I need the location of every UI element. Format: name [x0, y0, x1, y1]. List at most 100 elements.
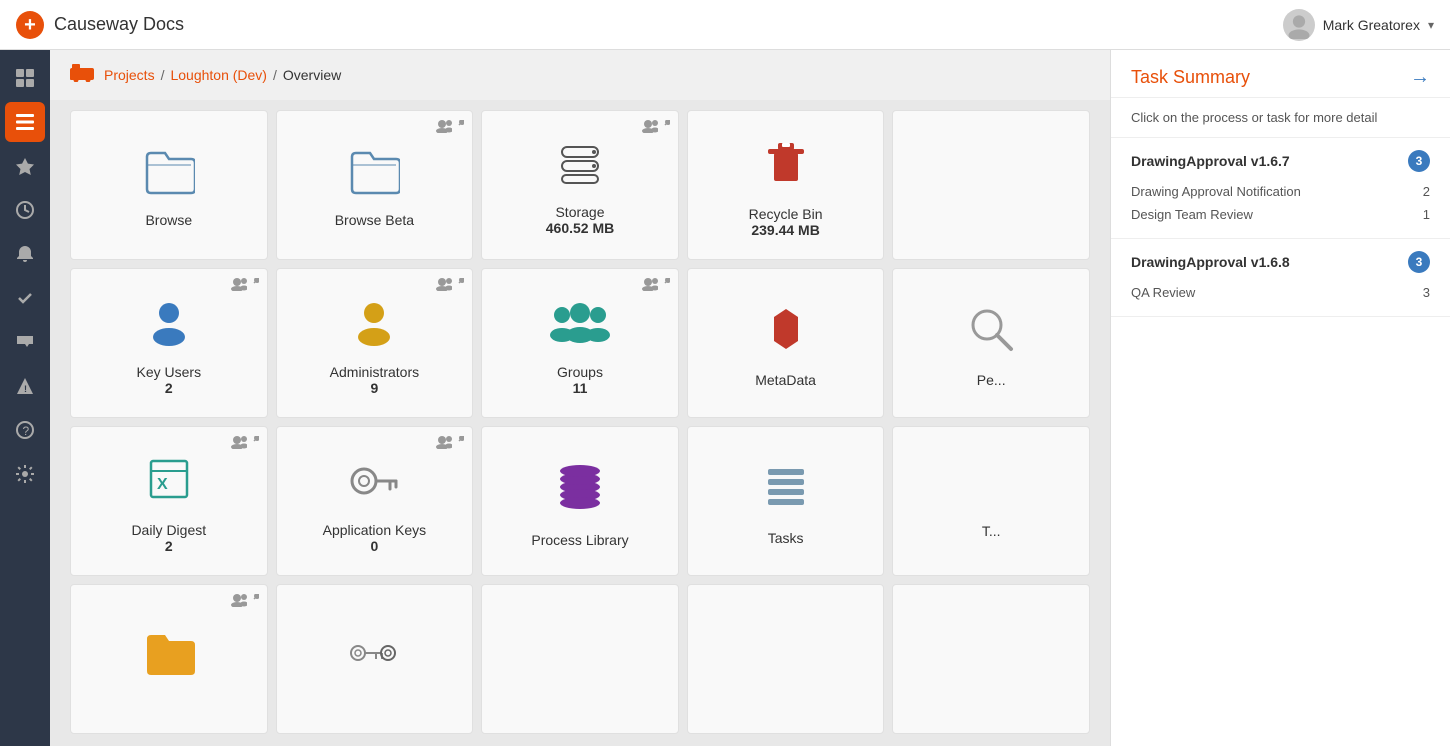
user-name: Mark Greatorex — [1323, 17, 1420, 33]
tile-row4b[interactable] — [276, 584, 474, 734]
tile-icon-recycle-bin — [760, 137, 812, 198]
tile-icon-process-library — [554, 459, 606, 524]
tile-icon-tasks — [760, 461, 812, 522]
tile-label-browse: Browse — [145, 212, 192, 228]
sidebar-item-list[interactable] — [5, 102, 45, 142]
tile-label-daily-digest: Daily Digest — [131, 522, 206, 538]
task-item-label: Design Team Review — [1131, 207, 1253, 222]
tile-admin-icon — [436, 435, 464, 449]
tile-icon-key-users — [143, 295, 195, 356]
breadcrumb-projects[interactable]: Projects — [104, 67, 155, 83]
tile-label-key-users: Key Users — [137, 364, 202, 380]
task-section-drawing-approval-167: DrawingApproval v1.6.7 3 Drawing Approva… — [1111, 138, 1450, 239]
tile-icon-browse-beta — [348, 147, 400, 204]
task-section-title: DrawingApproval v1.6.8 — [1131, 254, 1290, 270]
tile-icon-row4b — [348, 633, 400, 682]
task-item-count: 1 — [1423, 207, 1430, 222]
tile-daily-digest[interactable]: XDaily Digest2 — [70, 426, 268, 576]
task-panel-info: Click on the process or task for more de… — [1111, 98, 1450, 138]
user-menu-chevron[interactable]: ▾ — [1428, 18, 1434, 32]
tile-browse[interactable]: Browse — [70, 110, 268, 260]
tile-admin-icon — [231, 435, 259, 449]
topbar-right: Mark Greatorex ▾ — [1283, 9, 1434, 41]
app-title: Causeway Docs — [54, 14, 184, 35]
tile-process-library[interactable]: Process Library — [481, 426, 679, 576]
sidebar-item-alerts[interactable]: ! — [5, 366, 45, 406]
tile-icon-row4d — [760, 629, 812, 686]
task-section-header[interactable]: DrawingApproval v1.6.8 3 — [1131, 251, 1430, 273]
tile-admin-icon — [231, 593, 259, 607]
tile-admin-icon — [231, 277, 259, 291]
tile-admin-icon — [642, 119, 670, 133]
avatar[interactable] — [1283, 9, 1315, 41]
tile-tasks[interactable]: Tasks — [687, 426, 885, 576]
tile-icon-metadata — [760, 303, 812, 364]
tile-icon-daily-digest: X — [143, 453, 195, 514]
task-section-drawing-approval-168: DrawingApproval v1.6.8 3 QA Review 3 — [1111, 239, 1450, 317]
tile-admin-icon — [642, 277, 670, 291]
task-item-label: Drawing Approval Notification — [1131, 184, 1301, 199]
tile-grid: Browse Browse Beta Storage460.52 MBRecyc… — [70, 110, 1090, 734]
task-panel-title: Task Summary — [1131, 67, 1250, 88]
sidebar-item-notifications[interactable] — [5, 234, 45, 274]
sidebar-item-inbox[interactable] — [5, 322, 45, 362]
tile-row4e[interactable] — [892, 584, 1090, 734]
task-badge: 3 — [1408, 251, 1430, 273]
tile-label-administrators: Administrators — [330, 364, 419, 380]
sidebar: ! ? — [0, 50, 50, 746]
tile-row4a[interactable] — [70, 584, 268, 734]
sidebar-item-recent[interactable] — [5, 190, 45, 230]
sidebar-item-settings[interactable] — [5, 454, 45, 494]
sidebar-item-help[interactable]: ? — [5, 410, 45, 450]
tile-icon-row4c — [554, 629, 606, 686]
task-panel-header: Task Summary → — [1111, 50, 1450, 98]
tile-storage[interactable]: Storage460.52 MB — [481, 110, 679, 260]
tile-recycle-bin[interactable]: Recycle Bin239.44 MB — [687, 110, 885, 260]
tile-value-groups: 11 — [573, 380, 588, 396]
task-panel-arrow[interactable]: → — [1410, 66, 1430, 89]
tile-label-recycle-bin: Recycle Bin — [749, 206, 823, 222]
tile-permissions[interactable]: Pe... — [892, 268, 1090, 418]
topbar-left: Causeway Docs — [16, 11, 184, 39]
tile-label-placeholder2: T... — [982, 523, 1001, 539]
tile-value-key-users: 2 — [165, 380, 173, 396]
tile-admin-icon — [436, 119, 464, 133]
tile-browse-beta[interactable]: Browse Beta — [276, 110, 474, 260]
grid-area: Browse Browse Beta Storage460.52 MBRecyc… — [50, 100, 1110, 746]
sidebar-item-favorites[interactable] — [5, 146, 45, 186]
task-item[interactable]: QA Review 3 — [1131, 281, 1430, 304]
task-item[interactable]: Drawing Approval Notification 2 — [1131, 180, 1430, 203]
tile-icon-groups — [550, 295, 610, 356]
tile-icon-row4a — [143, 629, 195, 686]
tile-label-tasks: Tasks — [768, 530, 804, 546]
svg-text:!: ! — [24, 384, 27, 394]
breadcrumb: Projects / Loughton (Dev) / Overview — [50, 50, 1110, 100]
tile-label-groups: Groups — [557, 364, 603, 380]
tile-groups[interactable]: Groups11 — [481, 268, 679, 418]
task-item-count: 2 — [1423, 184, 1430, 199]
tile-placeholder2[interactable]: T... — [892, 426, 1090, 576]
tile-administrators[interactable]: Administrators9 — [276, 268, 474, 418]
sidebar-item-grid[interactable] — [5, 58, 45, 98]
tile-metadata[interactable]: MetaData — [687, 268, 885, 418]
task-item[interactable]: Design Team Review 1 — [1131, 203, 1430, 226]
svg-text:X: X — [157, 476, 168, 493]
tile-icon-storage — [554, 139, 606, 196]
tile-admin-icon — [436, 277, 464, 291]
tile-key-users[interactable]: Key Users2 — [70, 268, 268, 418]
tile-placeholder1[interactable] — [892, 110, 1090, 260]
app-logo[interactable] — [16, 11, 44, 39]
tile-value-storage: 460.52 MB — [546, 220, 614, 236]
tile-row4d[interactable] — [687, 584, 885, 734]
tile-application-keys[interactable]: Application Keys0 — [276, 426, 474, 576]
topbar: Causeway Docs Mark Greatorex ▾ — [0, 0, 1450, 50]
tile-icon-application-keys — [346, 453, 402, 514]
breadcrumb-icon — [70, 62, 94, 88]
tile-row4c[interactable] — [481, 584, 679, 734]
task-item-count: 3 — [1423, 285, 1430, 300]
task-item-label: QA Review — [1131, 285, 1195, 300]
breadcrumb-project[interactable]: Loughton (Dev) — [170, 67, 267, 83]
breadcrumb-sep2: / — [273, 67, 277, 83]
sidebar-item-tasks[interactable] — [5, 278, 45, 318]
task-section-header[interactable]: DrawingApproval v1.6.7 3 — [1131, 150, 1430, 172]
